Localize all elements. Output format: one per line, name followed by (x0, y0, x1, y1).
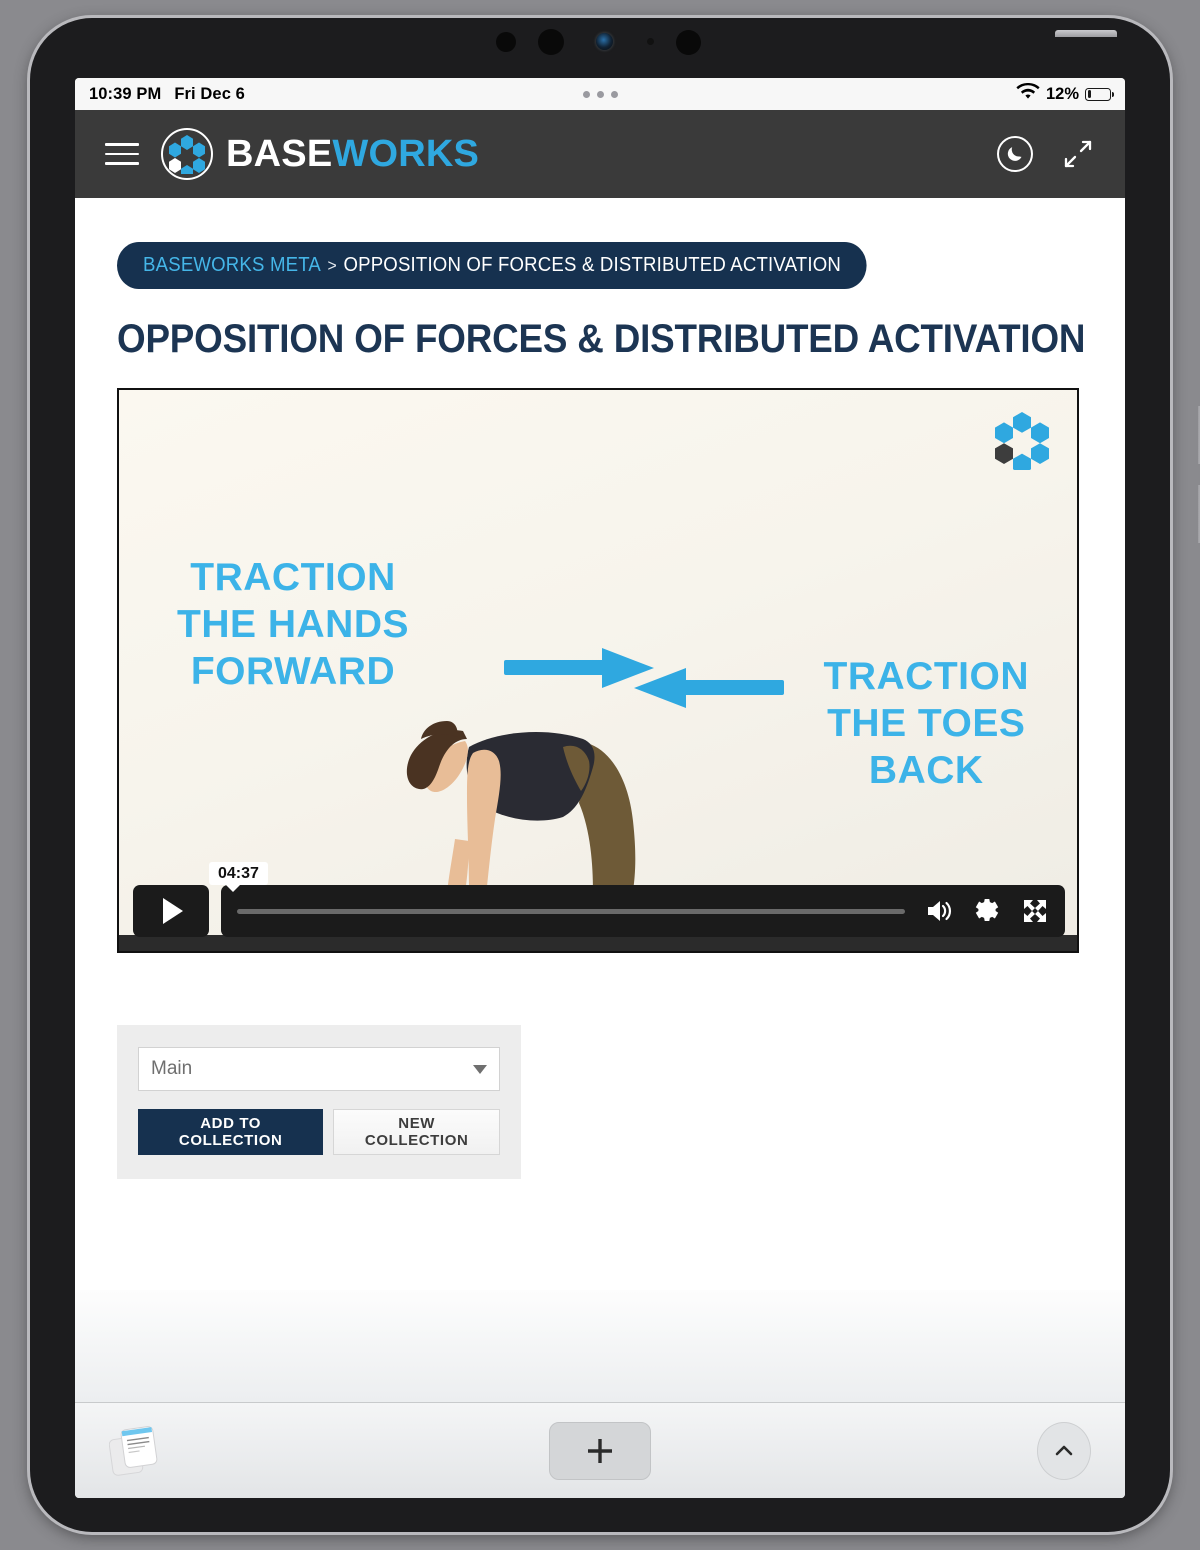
video-player[interactable]: TRACTION THE HANDS FORWARD TRACTION THE … (117, 388, 1079, 953)
ambient-light-sensor-icon (538, 29, 564, 55)
fullscreen-icon[interactable] (1021, 897, 1049, 925)
brand-wordmark: BASEWORKS (226, 135, 479, 173)
browser-toolbar (75, 1402, 1125, 1498)
collection-select-value: Main (151, 1058, 193, 1079)
wifi-icon (1016, 82, 1040, 106)
volume-high-icon[interactable] (925, 897, 953, 925)
breadcrumb-root-link[interactable]: BASEWORKS META (143, 254, 321, 277)
chevron-down-icon (473, 1064, 487, 1074)
new-collection-button[interactable]: NEW COLLECTION (333, 1109, 500, 1155)
page-footer-fade (75, 1290, 1125, 1402)
video-controls-right (221, 885, 1065, 937)
video-overlay-text-left: TRACTION THE HANDS FORWARD (177, 558, 409, 699)
front-sensor-bar (30, 18, 1170, 68)
overlay-right-line-2: THE TOES (827, 702, 1026, 745)
moon-icon[interactable] (997, 136, 1033, 172)
ios-status-bar: 10:39 PM Fri Dec 6 12% (75, 78, 1125, 110)
overlay-right-line-1: TRACTION (823, 655, 1029, 698)
overlay-left-line-1: TRACTION (190, 556, 396, 599)
baseworks-hexagon-logo-icon (161, 128, 213, 180)
breadcrumb-separator: > (327, 255, 337, 275)
brand-logo[interactable]: BASEWORKS (161, 128, 479, 180)
battery-icon (1085, 87, 1114, 101)
collection-select[interactable]: Main (138, 1047, 500, 1091)
tablet-device-frame: 10:39 PM Fri Dec 6 12% BASEWORKS BASEWOR… (30, 18, 1200, 1532)
baseworks-hexagon-logo-icon (991, 412, 1053, 475)
overlay-right-line-3: BACK (868, 749, 984, 792)
overlay-left-line-3: FORWARD (190, 650, 396, 693)
play-icon[interactable] (133, 885, 209, 937)
brand-name-base: BASE (226, 133, 333, 175)
camera-lens-icon (596, 33, 613, 50)
chevron-up-icon[interactable] (1037, 1421, 1091, 1480)
dot-projector-icon (647, 38, 654, 45)
tablet-screen: 10:39 PM Fri Dec 6 12% BASEWORKS BASEWOR… (75, 78, 1125, 1498)
page-title: OPPOSITION OF FORCES & DISTRIBUTED ACTIV… (117, 317, 1086, 361)
arrow-left-icon (634, 668, 784, 708)
video-time-tooltip: 04:37 (209, 862, 268, 892)
breadcrumb-current-item: OPPOSITION OF FORCES & DISTRIBUTED ACTIV… (343, 254, 841, 276)
overlay-left-line-2: THE HANDS (177, 603, 410, 646)
video-floor-line (119, 935, 1077, 951)
front-camera-icon (496, 32, 516, 52)
breadcrumb[interactable]: BASEWORKS META > OPPOSITION OF FORCES & … (117, 242, 868, 289)
plus-icon[interactable] (549, 1421, 651, 1480)
hamburger-menu-icon[interactable] (105, 143, 139, 165)
header-actions (997, 136, 1095, 172)
collection-buttons: ADD TO COLLECTION NEW COLLECTION (138, 1109, 500, 1155)
gear-icon[interactable] (973, 897, 1001, 925)
notes-stack-icon[interactable] (108, 1422, 173, 1480)
battery-percent-label: 12% (1045, 84, 1079, 103)
app-header: BASEWORKS (75, 110, 1125, 198)
expand-arrows-icon[interactable] (1061, 137, 1095, 171)
video-progress-bar[interactable] (237, 908, 905, 914)
infrared-sensor-icon (676, 30, 701, 55)
add-to-collection-button[interactable]: ADD TO COLLECTION (138, 1109, 324, 1155)
brand-name-works: WORKS (332, 133, 480, 175)
status-center-dots (75, 78, 1125, 110)
video-controls-bar: 04:37 (133, 862, 1065, 937)
status-right-group: 12% (1016, 82, 1114, 106)
video-overlay-text-right: TRACTION THE TOES BACK (824, 657, 1029, 798)
page-content: BASEWORKS META > OPPOSITION OF FORCES & … (75, 198, 1125, 1179)
collection-panel: Main ADD TO COLLECTION NEW COLLECTION (117, 1025, 521, 1179)
